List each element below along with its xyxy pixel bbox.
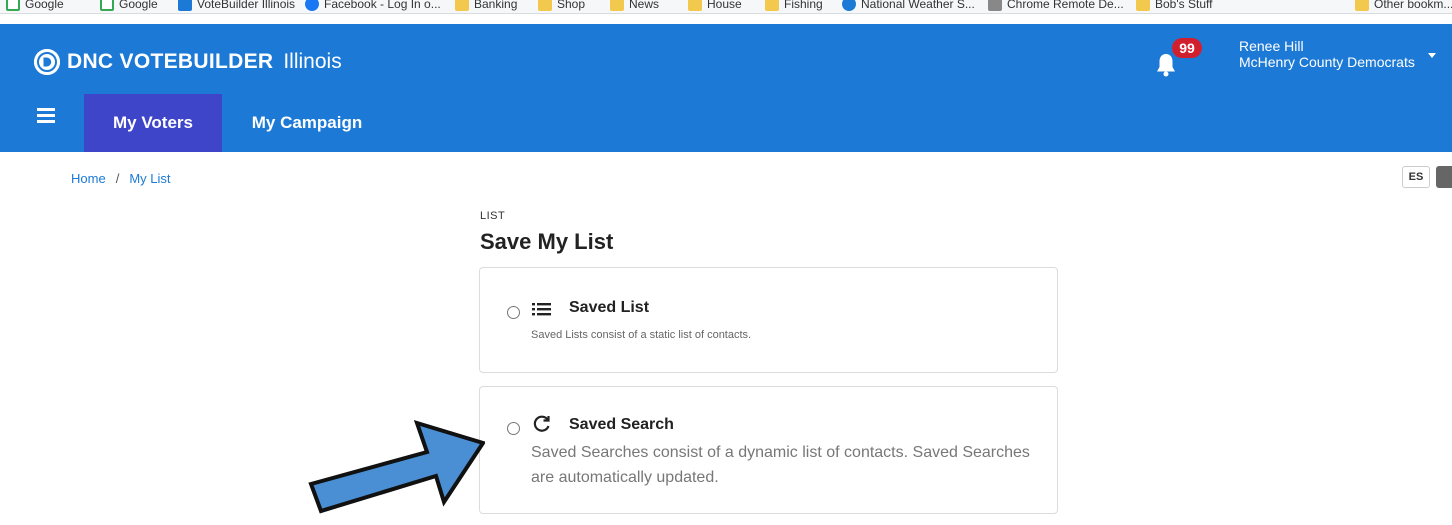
bookmark-item[interactable]: House: [688, 0, 742, 13]
bookmark-item[interactable]: Other bookm...: [1355, 0, 1452, 13]
notifications-bell-icon[interactable]: [1155, 52, 1177, 78]
bookmark-item[interactable]: Google: [6, 0, 64, 13]
bookmark-item[interactable]: News: [610, 0, 659, 13]
bookmark-item[interactable]: Bob's Stuff: [1136, 0, 1212, 13]
google-icon: [6, 0, 20, 11]
bookmarks-bar: Google Google VoteBuilder Illinois Faceb…: [0, 0, 1452, 14]
saved-search-title: Saved Search: [569, 416, 674, 433]
facebook-icon: [305, 0, 319, 11]
list-icon: [532, 303, 551, 316]
saved-list-title: Saved List: [569, 299, 650, 316]
saved-list-description: Saved Lists consist of a static list of …: [531, 329, 752, 341]
bookmark-item[interactable]: Facebook - Log In o...: [305, 0, 441, 13]
saved-list-radio[interactable]: [507, 306, 520, 319]
user-menu[interactable]: Renee Hill McHenry County Democrats: [1239, 38, 1415, 70]
bookmark-item[interactable]: Banking: [455, 0, 517, 13]
page-eyebrow: LIST: [480, 210, 506, 222]
google-icon: [100, 0, 114, 11]
bookmark-item[interactable]: Shop: [538, 0, 585, 13]
bookmark-item[interactable]: Fishing: [765, 0, 823, 13]
folder-icon: [610, 0, 624, 11]
saved-list-option-card[interactable]: Saved List Saved Lists consist of a stat…: [479, 267, 1058, 373]
folder-icon: [538, 0, 552, 11]
bookmark-item[interactable]: National Weather S...: [842, 0, 975, 13]
user-name: Renee Hill: [1239, 38, 1304, 54]
folder-icon: [1355, 0, 1369, 11]
folder-icon: [1136, 0, 1150, 11]
user-menu-caret-icon[interactable]: [1428, 53, 1436, 58]
annotation-arrow-icon: [308, 419, 485, 514]
breadcrumb-current[interactable]: My List: [129, 171, 170, 186]
saved-search-radio[interactable]: [507, 422, 520, 435]
tab-my-campaign[interactable]: My Campaign: [228, 94, 386, 152]
brand-state: Illinois: [283, 50, 342, 73]
hamburger-menu-icon[interactable]: [37, 108, 55, 123]
bookmark-item[interactable]: Chrome Remote De...: [988, 0, 1124, 13]
bookmark-item[interactable]: VoteBuilder Illinois: [178, 0, 295, 13]
page-title: Save My List: [480, 229, 614, 254]
breadcrumb-home-link[interactable]: Home: [71, 171, 106, 186]
votebuilder-icon: [178, 0, 192, 11]
tab-my-voters[interactable]: My Voters: [84, 94, 222, 152]
folder-icon: [765, 0, 779, 11]
language-toggle-button[interactable]: ES: [1402, 166, 1430, 188]
breadcrumb: Home / My List: [71, 171, 170, 186]
remote-desktop-icon: [988, 0, 1002, 11]
user-organization: McHenry County Democrats: [1239, 54, 1415, 70]
weather-icon: [842, 0, 856, 11]
page: Google Google VoteBuilder Illinois Faceb…: [0, 0, 1452, 525]
breadcrumb-separator: /: [115, 171, 120, 186]
saved-search-description: Saved Searches consist of a dynamic list…: [531, 444, 1030, 486]
language-option-button[interactable]: [1436, 166, 1452, 188]
saved-search-option-card[interactable]: Saved Search Saved Searches consist of a…: [479, 386, 1058, 514]
dnc-logo-icon: [34, 49, 60, 75]
refresh-icon: [533, 415, 550, 432]
brand-name: DNC VOTEBUILDER: [67, 50, 274, 73]
notification-count-badge[interactable]: 99: [1172, 38, 1202, 58]
folder-icon: [455, 0, 469, 11]
brand-logo-link[interactable]: DNC VOTEBUILDER Illinois: [34, 48, 342, 76]
dnc-d-icon: [34, 49, 60, 75]
folder-icon: [688, 0, 702, 11]
bookmark-item[interactable]: Google: [100, 0, 158, 13]
